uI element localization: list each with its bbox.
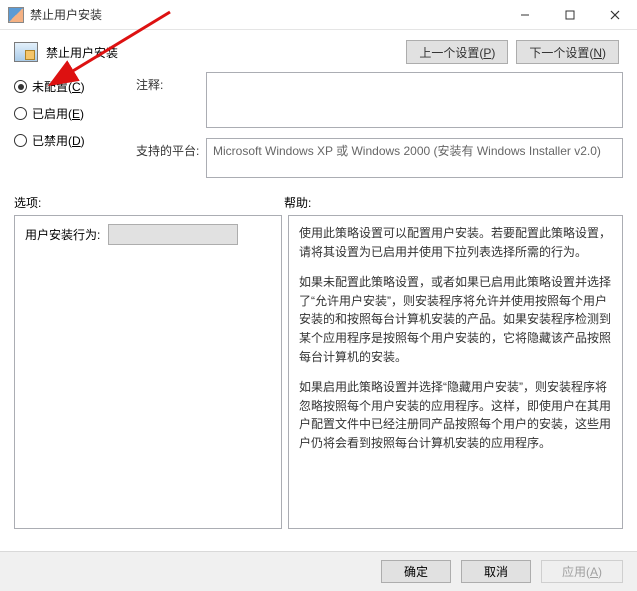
radio-not-configured[interactable]: 未配置(C) bbox=[14, 78, 126, 95]
radio-enabled[interactable]: 已启用(E) bbox=[14, 105, 126, 122]
cancel-button[interactable]: 取消 bbox=[461, 560, 531, 583]
radio-icon bbox=[14, 80, 27, 93]
radio-disabled[interactable]: 已禁用(D) bbox=[14, 132, 126, 149]
minimize-button[interactable] bbox=[502, 0, 547, 29]
options-label: 选项: bbox=[14, 194, 284, 211]
header-row: 禁止用户安装 上一个设置(P) 下一个设置(N) bbox=[0, 30, 637, 68]
supported-on-text: Microsoft Windows XP 或 Windows 2000 (安装有… bbox=[213, 144, 601, 158]
radio-icon bbox=[14, 134, 27, 147]
supported-on-box: Microsoft Windows XP 或 Windows 2000 (安装有… bbox=[206, 138, 623, 178]
next-setting-button[interactable]: 下一个设置(N) bbox=[516, 40, 619, 64]
apply-button[interactable]: 应用(A) bbox=[541, 560, 623, 583]
titlebar: 禁止用户安装 bbox=[0, 0, 637, 30]
config-area: 未配置(C) 已启用(E) 已禁用(D) 注释: 支持的平台: Microsof… bbox=[0, 68, 637, 188]
radio-label: 已启用(E) bbox=[32, 105, 84, 122]
option-behavior-select[interactable] bbox=[108, 224, 238, 245]
supported-on-label: 支持的平台: bbox=[136, 138, 206, 178]
policy-icon bbox=[14, 42, 38, 62]
ok-button[interactable]: 确定 bbox=[381, 560, 451, 583]
section-labels: 选项: 帮助: bbox=[0, 188, 637, 215]
option-behavior-label: 用户安装行为: bbox=[25, 226, 100, 243]
maximize-icon bbox=[565, 10, 575, 20]
previous-setting-button[interactable]: 上一个设置(P) bbox=[406, 40, 508, 64]
state-radio-group: 未配置(C) 已启用(E) 已禁用(D) bbox=[14, 72, 126, 188]
dialog-footer: 确定 取消 应用(A) bbox=[0, 551, 637, 591]
window-title: 禁止用户安装 bbox=[30, 6, 502, 23]
minimize-icon bbox=[520, 10, 530, 20]
close-button[interactable] bbox=[592, 0, 637, 29]
help-panel: 使用此策略设置可以配置用户安装。若要配置此策略设置，请将其设置为已启用并使用下拉… bbox=[288, 215, 623, 529]
radio-label: 已禁用(D) bbox=[32, 132, 85, 149]
panels: 用户安装行为: 使用此策略设置可以配置用户安装。若要配置此策略设置，请将其设置为… bbox=[0, 215, 637, 529]
help-label: 帮助: bbox=[284, 194, 623, 211]
help-paragraph: 如果未配置此策略设置，或者如果已启用此策略设置并选择了“允许用户安装”，则安装程… bbox=[299, 273, 612, 366]
app-icon bbox=[8, 7, 24, 23]
radio-label: 未配置(C) bbox=[32, 78, 85, 95]
help-paragraph: 如果启用此策略设置并选择“隐藏用户安装”，则安装程序将忽略按照每个用户安装的应用… bbox=[299, 378, 612, 452]
comment-label: 注释: bbox=[136, 72, 206, 128]
options-panel: 用户安装行为: bbox=[14, 215, 282, 529]
radio-icon bbox=[14, 107, 27, 120]
comment-textarea[interactable] bbox=[206, 72, 623, 128]
close-icon bbox=[610, 10, 620, 20]
window-controls bbox=[502, 0, 637, 29]
help-paragraph: 使用此策略设置可以配置用户安装。若要配置此策略设置，请将其设置为已启用并使用下拉… bbox=[299, 224, 612, 261]
maximize-button[interactable] bbox=[547, 0, 592, 29]
policy-title: 禁止用户安装 bbox=[46, 44, 118, 61]
